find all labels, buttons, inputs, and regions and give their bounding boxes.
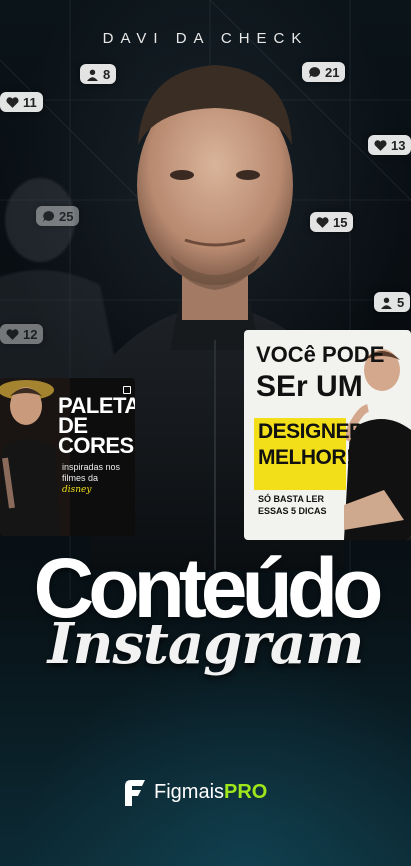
card-title: PALETAS DE CORES bbox=[58, 395, 135, 458]
card-subtitle-line: inspiradas nos bbox=[62, 462, 121, 472]
notification-count: 21 bbox=[325, 64, 340, 80]
notification-count: 15 bbox=[333, 214, 348, 230]
notification-badge: 25 bbox=[36, 206, 80, 226]
card-subtitle-line: filmes da bbox=[62, 473, 99, 483]
card-line: SEr UM bbox=[256, 370, 363, 403]
heart-icon bbox=[6, 328, 19, 340]
card-subtitle: inspiradas nos filmes da disney bbox=[62, 462, 128, 496]
notification-badge: 15 bbox=[310, 212, 354, 232]
notification-badge: 13 bbox=[368, 135, 411, 155]
brand-name: DAVI DA CHECK bbox=[102, 30, 309, 47]
card-line: VOCê PODE bbox=[256, 342, 385, 367]
heart-icon bbox=[374, 139, 387, 151]
notification-count: 11 bbox=[23, 94, 37, 110]
heart-icon bbox=[6, 96, 19, 108]
notification-badge: 5 bbox=[374, 292, 411, 312]
card-small-text: SÓ BASTA LER bbox=[258, 494, 325, 504]
poster: DAVI DA CHECK 8 21 11 13 15 5 25 12 PALE… bbox=[0, 0, 411, 866]
card-title-line: DE CORES bbox=[58, 413, 134, 458]
card-highlight: MELHOR! bbox=[258, 446, 353, 469]
card-small-text: ESSAS 5 DICAS bbox=[258, 506, 327, 516]
headline-sub: Instagram bbox=[47, 611, 365, 677]
notification-count: 25 bbox=[59, 208, 74, 224]
user-icon bbox=[87, 69, 98, 81]
notification-count: 12 bbox=[23, 326, 38, 342]
post-card-designer: VOCê PODE SEr UM DESIGNER MELHOR! SÓ BAS… bbox=[244, 330, 411, 540]
notification-badge: 12 bbox=[0, 324, 44, 344]
logo: Figmais PRO bbox=[122, 778, 267, 806]
notification-badge: 8 bbox=[80, 64, 117, 84]
notification-count: 5 bbox=[397, 294, 405, 310]
notification-count: 8 bbox=[103, 66, 111, 82]
notification-badge: 11 bbox=[0, 92, 43, 112]
user-icon bbox=[381, 297, 392, 309]
card-highlight: DESIGNER bbox=[258, 420, 364, 443]
notification-badge: 21 bbox=[302, 62, 346, 82]
post-card-palettes: PALETAS DE CORES inspiradas nos filmes d… bbox=[0, 378, 135, 536]
figmais-logo-icon bbox=[125, 780, 145, 806]
comment-icon bbox=[309, 66, 321, 78]
heart-icon bbox=[316, 216, 329, 228]
notification-count: 13 bbox=[391, 137, 406, 153]
logo-name: Figmais bbox=[154, 780, 225, 803]
logo-pro: PRO bbox=[224, 780, 268, 803]
card-subtitle-script: disney bbox=[62, 485, 92, 495]
comment-icon bbox=[43, 210, 55, 222]
